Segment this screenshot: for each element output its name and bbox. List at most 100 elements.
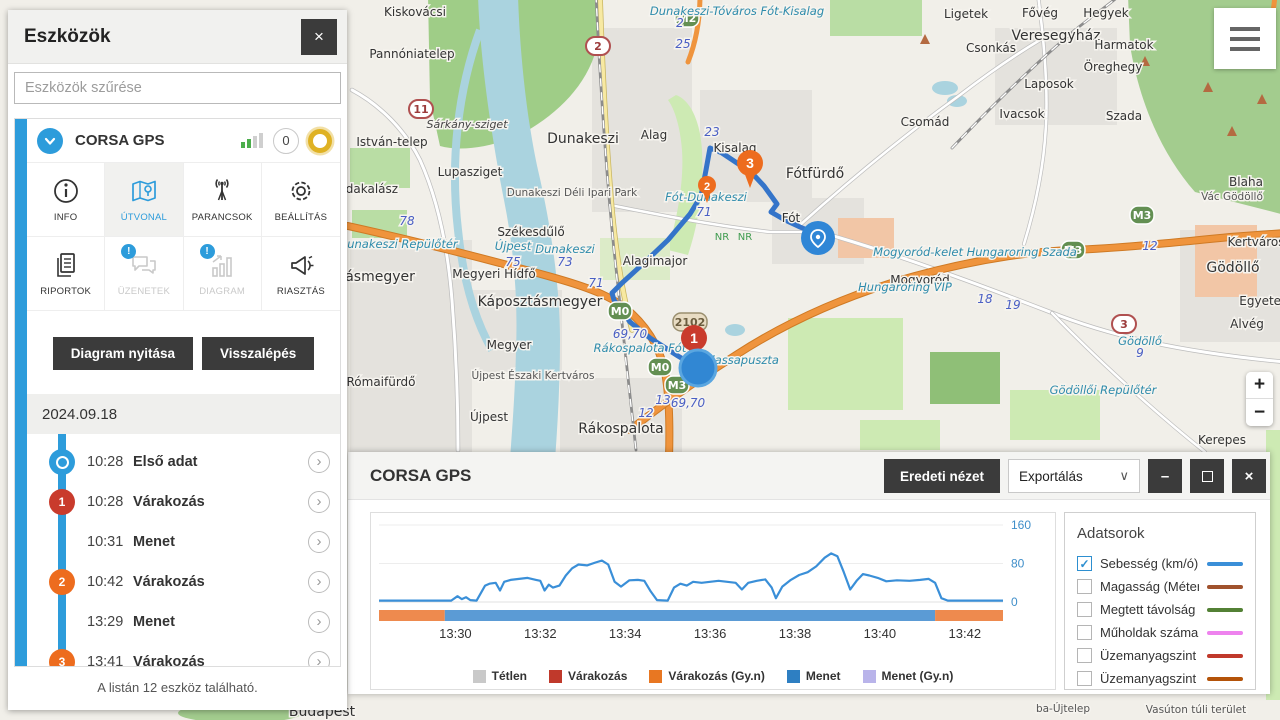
devices-sidebar: Eszközök × CORSA GPS 0 INFOÚTVONALPARANC… — [8, 10, 347, 710]
export-dropdown[interactable]: Exportálás ∨ — [1008, 459, 1140, 493]
timeline-row[interactable]: 313:41Várakozás› — [27, 642, 340, 666]
svg-text:19: 19 — [1005, 298, 1020, 312]
map-zoom-controls[interactable]: + − — [1246, 372, 1273, 426]
minimize-button[interactable]: – — [1148, 459, 1182, 493]
dataseries-checkbox[interactable] — [1077, 648, 1092, 663]
tab-uzenetek[interactable]: !ÜZENETEK — [105, 237, 183, 311]
svg-text:Alag: Alag — [641, 128, 668, 142]
back-button[interactable]: Visszalépés — [202, 337, 314, 370]
dataseries-checkbox[interactable] — [1077, 671, 1092, 686]
svg-text:Veresegyház: Veresegyház — [1011, 28, 1100, 44]
svg-text:Sárkány-sziget: Sárkány-sziget — [426, 118, 508, 131]
svg-text:9: 9 — [1136, 346, 1144, 360]
timeline-row[interactable]: 110:28Várakozás› — [27, 482, 340, 522]
start-ring-icon — [56, 456, 69, 469]
dataseries-label: Üzemanyagszint (%) — [1100, 648, 1199, 663]
svg-text:11: 11 — [413, 103, 428, 116]
svg-text:NR: NR — [738, 232, 752, 243]
device-collapse-button[interactable] — [37, 128, 63, 154]
timeline-detail-button[interactable]: › — [308, 571, 330, 593]
svg-text:Alvég: Alvég — [1230, 317, 1264, 331]
destination-marker[interactable] — [801, 221, 835, 255]
svg-text:Dunakeszi Déli Ipari Park: Dunakeszi Déli Ipari Park — [507, 187, 638, 199]
tab-riportok[interactable]: RIPORTOK — [27, 237, 105, 311]
svg-text:73: 73 — [557, 255, 572, 269]
device-locate-icon[interactable] — [308, 129, 332, 153]
sidebar-close-button[interactable]: × — [301, 19, 337, 55]
dataseries-checkbox[interactable]: ✓ — [1077, 556, 1092, 571]
utvonal-icon — [129, 176, 159, 206]
dataseries-checkbox[interactable] — [1077, 625, 1092, 640]
speed-chart[interactable]: 08016013:3013:3213:3413:3613:3813:4013:4… — [371, 513, 1055, 689]
dataseries-color-swatch — [1207, 585, 1243, 589]
svg-text:71: 71 — [696, 205, 711, 219]
svg-text:12: 12 — [1142, 239, 1157, 253]
dataseries-row: Üzemanyagszint (%) — [1077, 644, 1243, 667]
open-diagram-button[interactable]: Diagram nyitása — [53, 337, 193, 370]
timeline-row[interactable]: 10:28Első adat› — [27, 442, 340, 482]
timeline-detail-button[interactable]: › — [308, 611, 330, 633]
svg-text:Rómaifürdő: Rómaifürdő — [346, 375, 415, 389]
close-panel-button[interactable]: × — [1232, 459, 1266, 493]
original-view-button[interactable]: Eredeti nézet — [884, 459, 1000, 493]
timeline-label: Első adat — [133, 454, 197, 470]
dataseries-color-swatch — [1207, 654, 1243, 658]
x-axis-tick: 13:40 — [864, 626, 897, 641]
svg-text:Csomád: Csomád — [901, 115, 950, 129]
legend-item: Várakozás (Gy.n) — [649, 669, 764, 683]
chevron-down-icon: ∨ — [1119, 468, 1129, 484]
tab-info[interactable]: INFO — [27, 163, 105, 237]
dataseries-checkbox[interactable] — [1077, 579, 1092, 594]
legend-label: Menet — [806, 669, 841, 683]
info-icon — [51, 176, 81, 206]
timeline-label: Menet — [133, 614, 175, 630]
timeline-detail-button[interactable]: › — [308, 491, 330, 513]
tab-label: ÚTVONAL — [121, 212, 167, 223]
maximize-button[interactable] — [1190, 459, 1224, 493]
tab-riasztas[interactable]: RIASZTÁS — [262, 237, 340, 311]
dataseries-label: Sebesség (km/ó) — [1100, 556, 1199, 571]
dataseries-label: Magasság (Méter) — [1100, 579, 1199, 594]
svg-text:Kertváros: Kertváros — [1227, 235, 1280, 249]
tab-parancsok[interactable]: PARANCSOK — [184, 163, 262, 237]
timeline-detail-button[interactable]: › — [308, 451, 330, 473]
zoom-in-button[interactable]: + — [1246, 372, 1273, 399]
vehicle-position-marker[interactable] — [680, 350, 716, 386]
svg-text:Csonkás: Csonkás — [966, 41, 1016, 55]
tab-label: INFO — [54, 212, 78, 223]
timeline-detail-button[interactable]: › — [308, 651, 330, 666]
timeline-row[interactable]: 10:31Menet› — [27, 522, 340, 562]
timeline-stop-marker: 1 — [49, 489, 75, 515]
zoom-out-button[interactable]: − — [1246, 399, 1273, 426]
svg-text:Laposok: Laposok — [1024, 77, 1074, 91]
svg-text:Pannóniatelep: Pannóniatelep — [369, 47, 454, 61]
legend-label: Várakozás — [568, 669, 627, 683]
tab-diagram[interactable]: !DIAGRAM — [184, 237, 262, 311]
svg-text:1: 1 — [690, 330, 698, 346]
svg-text:Dunakeszi Repülőtér: Dunakeszi Repülőtér — [338, 237, 459, 251]
timeline-time: 13:41 — [87, 654, 133, 666]
export-dropdown-label: Exportálás — [1019, 469, 1119, 484]
timeline-detail-button[interactable]: › — [308, 531, 330, 553]
map-menu-button[interactable] — [1214, 8, 1276, 69]
dataseries-checkbox[interactable] — [1077, 602, 1092, 617]
svg-text:Hungaroring VIP: Hungaroring VIP — [858, 280, 952, 294]
device-actions: Diagram nyitása Visszalépés — [27, 337, 340, 370]
speed-chart-card: 08016013:3013:3213:3413:3613:3813:4013:4… — [370, 512, 1056, 690]
svg-text:Megyer: Megyer — [487, 338, 532, 352]
svg-text:3: 3 — [1120, 318, 1128, 331]
dataseries-color-swatch — [1207, 677, 1243, 681]
timeline-row[interactable]: 210:42Várakozás› — [27, 562, 340, 602]
svg-text:Dunakeszi: Dunakeszi — [547, 131, 619, 147]
dataseries-panel: Adatsorok ✓Sebesség (km/ó)Magasság (Méte… — [1064, 512, 1256, 690]
svg-text:Szada: Szada — [1106, 109, 1142, 123]
device-row[interactable]: CORSA GPS 0 — [27, 119, 340, 163]
tab-beallitas[interactable]: BEÁLLÍTÁS — [262, 163, 340, 237]
svg-text:Kerepes: Kerepes — [1198, 433, 1246, 447]
device-search-input[interactable] — [14, 72, 341, 104]
dataseries-color-swatch — [1207, 631, 1243, 635]
tab-utvonal[interactable]: ÚTVONAL — [105, 163, 183, 237]
legend-label: Tétlen — [492, 669, 527, 683]
device-card: CORSA GPS 0 INFO ÚTVONAL PARANCSOKBEÁLLÍTÁ… — [14, 118, 341, 667]
timeline-row[interactable]: 13:29Menet› — [27, 602, 340, 642]
